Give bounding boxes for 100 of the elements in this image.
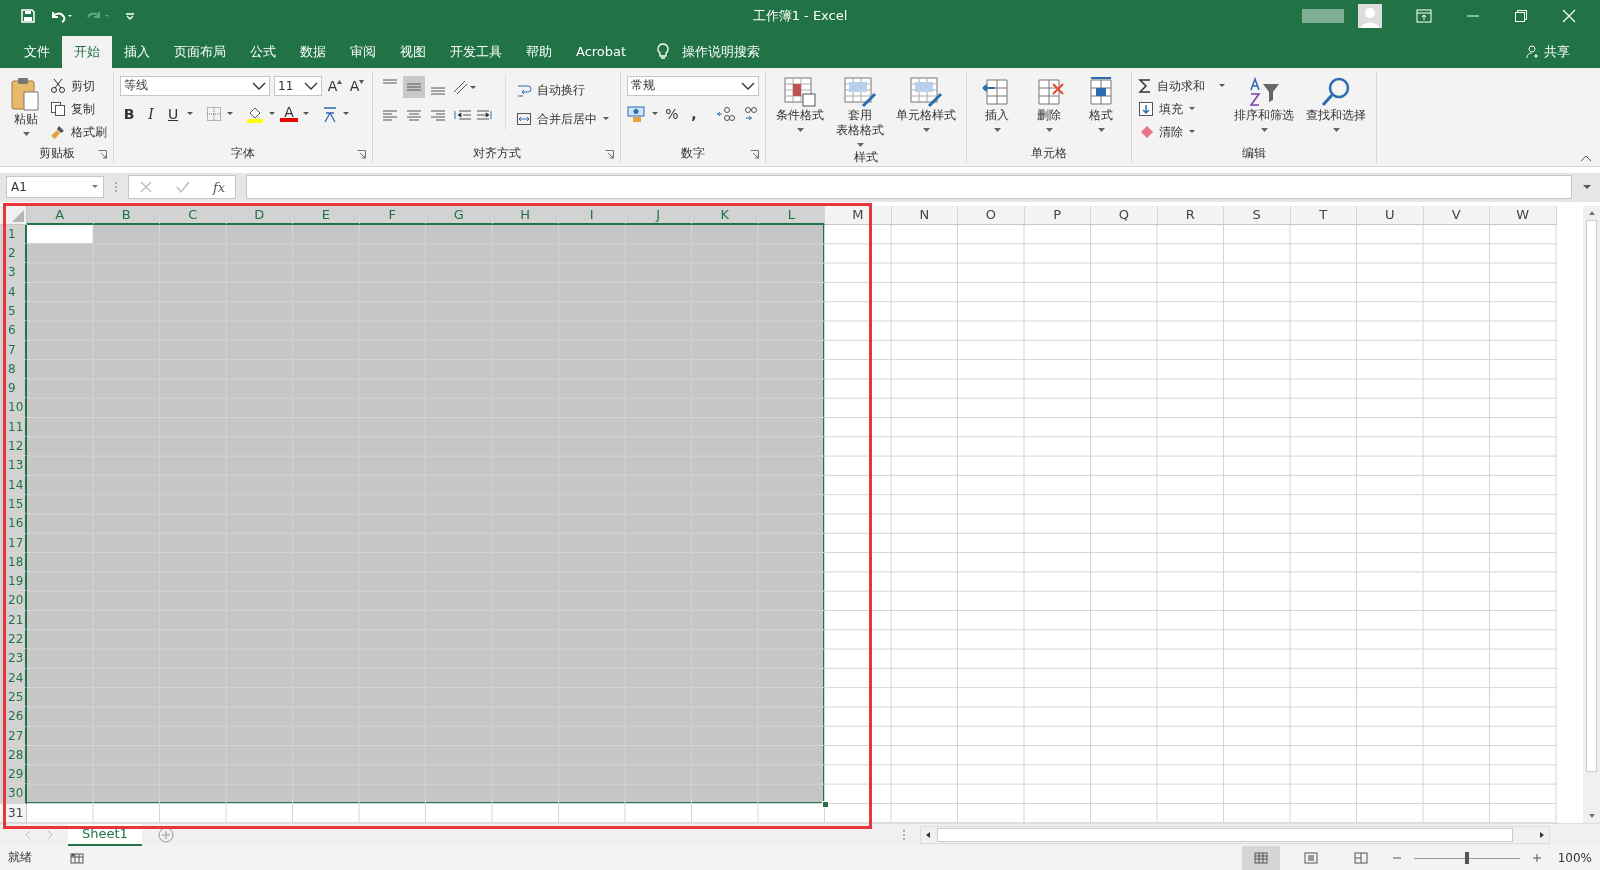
save-icon[interactable] [20,8,36,25]
column-header[interactable]: E [293,205,360,225]
vertical-scrollbar[interactable] [1583,205,1600,823]
align-middle-icon[interactable] [403,75,425,98]
font-size-dropdown[interactable]: 11 [274,75,322,96]
column-header[interactable]: R [1157,205,1224,225]
underline-button[interactable]: U [164,103,182,124]
cells-button[interactable]: 删除 [1025,73,1073,145]
avatar-icon[interactable] [1358,4,1382,29]
row-header[interactable]: 6 [0,321,27,341]
dropdown-arrow-icon[interactable] [268,110,276,117]
scroll-right-icon[interactable] [1539,831,1545,839]
zoom-slider[interactable] [1413,851,1520,865]
row-header[interactable]: 20 [0,591,27,611]
cell-grid[interactable] [27,224,1557,823]
merge-center-button[interactable]: 合并后居中 [516,108,610,130]
row-header[interactable]: 12 [0,437,27,457]
row-header[interactable]: 22 [0,630,27,650]
style-button[interactable]: 套用 表格格式 [832,73,888,149]
ribbon-tab[interactable]: 视图 [388,35,438,68]
column-header[interactable]: S [1224,205,1291,225]
macro-record-icon[interactable] [70,852,84,864]
clear-button[interactable]: 清除 [1138,121,1226,143]
row-header[interactable]: 30 [0,784,27,804]
cut-button[interactable]: 剪切 [50,75,107,97]
dialog-launcher-icon[interactable] [605,149,614,159]
column-header[interactable]: N [891,205,958,225]
ribbon-tab[interactable]: 数据 [288,35,338,68]
zoom-level[interactable]: 100% [1557,851,1592,865]
dropdown-arrow-icon[interactable] [186,110,194,117]
sort-filter-button[interactable]: 排序和筛选 [1230,73,1298,145]
tell-me-search[interactable]: 操作说明搜索 [682,43,761,62]
copy-button[interactable]: 复制 [50,98,107,120]
dialog-launcher-icon[interactable] [357,149,366,159]
horizontal-scrollbar[interactable] [920,826,1550,844]
column-header[interactable]: G [426,205,493,225]
ribbon-display-icon[interactable] [1416,9,1432,24]
font-name-dropdown[interactable]: 等线 [120,75,270,96]
add-sheet-icon[interactable] [157,827,174,843]
ribbon-tab[interactable]: 插入 [112,35,162,68]
column-header[interactable]: P [1024,205,1091,225]
ribbon-tab[interactable]: 帮助 [514,35,564,68]
ribbon-tab[interactable]: 公式 [238,35,288,68]
drag-handle-icon[interactable] [902,829,906,841]
formula-input[interactable] [246,175,1572,200]
ribbon-tab[interactable]: 页面布局 [162,35,238,68]
drag-handle-icon[interactable] [114,180,118,195]
ribbon-tab[interactable]: 文件 [12,35,62,68]
row-header[interactable]: 16 [0,514,27,534]
share-button[interactable]: 共享 [1526,43,1570,62]
format-painter-button[interactable]: 格式刷 [50,121,107,143]
fill-handle[interactable] [822,800,829,808]
zoom-in-icon[interactable] [1531,853,1542,863]
autosum-button[interactable]: 自动求和 [1138,75,1226,97]
number-format-dropdown[interactable]: 常规 [627,75,759,96]
italic-button[interactable]: I [142,103,160,124]
zoom-slider-thumb[interactable] [1464,852,1469,864]
cells-button[interactable]: 插入 [973,73,1021,145]
scroll-left-icon[interactable] [925,831,931,839]
font-color-button[interactable]: A [280,105,298,122]
row-header[interactable]: 10 [0,398,27,418]
currency-format-icon[interactable] [627,104,647,123]
row-header[interactable]: 26 [0,707,27,727]
dialog-launcher-icon[interactable] [98,149,107,159]
dialog-launcher-icon[interactable] [750,149,759,159]
view-button[interactable] [1241,846,1280,870]
bold-button[interactable]: B [120,103,138,124]
find-select-button[interactable]: 查找和选择 [1302,73,1370,145]
ribbon-tab[interactable]: 审阅 [338,35,388,68]
row-header[interactable]: 19 [0,572,27,592]
ribbon-tab[interactable]: Acrobat [564,35,639,68]
column-header[interactable]: U [1357,205,1424,225]
column-header[interactable]: W [1490,205,1557,225]
column-header[interactable]: T [1290,205,1357,225]
row-header[interactable]: 23 [0,649,27,669]
fill-button[interactable]: 填充 [1138,98,1226,120]
dropdown-arrow-icon[interactable] [342,110,350,117]
decrease-font-button[interactable]: A [348,75,366,96]
phonetic-guide-icon[interactable] [322,104,338,123]
row-header[interactable]: 13 [0,456,27,476]
scroll-up-icon[interactable] [1587,209,1596,216]
style-button[interactable]: 条件格式 [772,73,828,149]
row-header[interactable]: 2 [0,244,27,264]
dropdown-arrow-icon[interactable] [651,110,659,117]
insert-function-button[interactable]: fx [213,179,226,195]
row-header[interactable]: 29 [0,765,27,785]
wrap-text-button[interactable]: 自动换行 [516,79,610,101]
dropdown-arrow-icon[interactable] [302,110,310,117]
column-header[interactable]: A [27,205,94,225]
collapse-ribbon-icon[interactable] [1580,153,1592,162]
percent-button[interactable]: % [663,103,681,124]
dropdown-arrow-icon[interactable] [226,110,234,117]
restore-icon[interactable] [1514,9,1528,24]
increase-decimal-icon[interactable] [715,104,735,123]
expand-formula-icon[interactable] [1582,184,1592,191]
enter-check-icon[interactable] [175,180,191,195]
column-header[interactable]: K [692,205,759,225]
scroll-down-icon[interactable] [1587,813,1596,819]
increase-font-button[interactable]: A [326,75,344,96]
name-box[interactable]: A1 [6,176,104,199]
